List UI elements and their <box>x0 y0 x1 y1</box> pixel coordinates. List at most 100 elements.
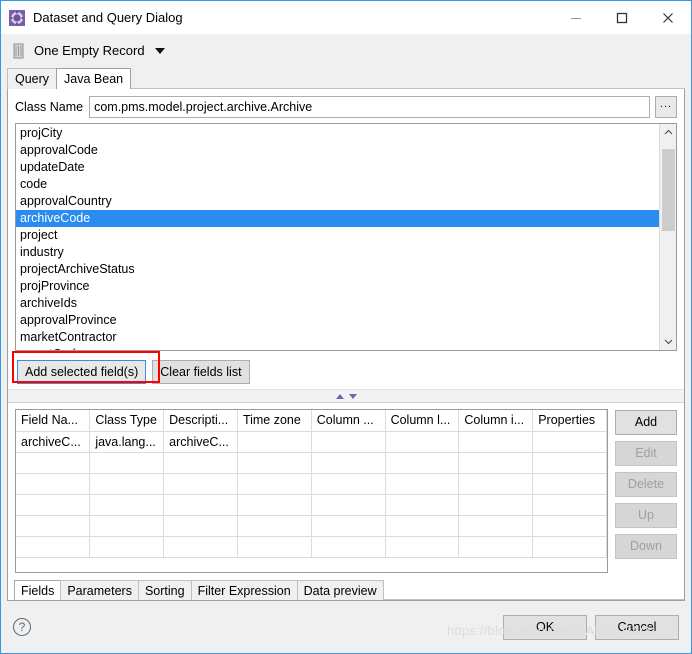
chevron-up-icon[interactable] <box>660 124 676 141</box>
chevron-down-icon[interactable] <box>660 333 676 350</box>
tab-fields[interactable]: Fields <box>14 580 62 600</box>
table-cell[interactable] <box>89 473 165 495</box>
field-list-item[interactable]: projectArchiveStatus <box>16 261 659 278</box>
tab-query[interactable]: Query <box>7 68 58 89</box>
table-cell[interactable] <box>237 452 312 474</box>
table-row[interactable] <box>16 494 607 516</box>
table-row[interactable]: archiveC... java.lang... archiveC... <box>16 431 607 453</box>
table-cell[interactable] <box>458 431 534 453</box>
table-cell[interactable] <box>163 515 238 537</box>
class-name-input[interactable] <box>89 95 650 118</box>
table-cell[interactable] <box>385 494 460 516</box>
column-header-description[interactable]: Descripti... <box>163 410 238 432</box>
table-cell[interactable] <box>458 515 534 537</box>
table-cell[interactable] <box>237 536 312 558</box>
table-cell[interactable] <box>16 473 91 495</box>
field-list-item[interactable]: industry <box>16 244 659 261</box>
tab-java-bean[interactable]: Java Bean <box>56 68 132 89</box>
tab-sorting[interactable]: Sorting <box>137 580 192 600</box>
chevron-down-icon[interactable] <box>154 47 165 54</box>
table-cell[interactable] <box>532 515 607 537</box>
column-header-class-type[interactable]: Class Type <box>89 410 165 432</box>
table-cell[interactable] <box>458 473 534 495</box>
table-row[interactable] <box>16 515 607 537</box>
table-cell[interactable] <box>163 536 238 558</box>
table-cell[interactable] <box>89 515 165 537</box>
table-cell[interactable] <box>385 515 460 537</box>
table-cell[interactable] <box>385 452 460 474</box>
table-cell[interactable] <box>16 515 91 537</box>
field-list-item[interactable]: code <box>16 176 659 193</box>
table-cell[interactable]: archiveC... <box>163 431 238 453</box>
browse-button[interactable]: ... <box>655 95 677 118</box>
tab-parameters[interactable]: Parameters <box>60 580 139 600</box>
field-list-item[interactable]: projProvince <box>16 278 659 295</box>
field-list-item[interactable]: approvalCode <box>16 142 659 159</box>
sash-up-icon[interactable] <box>335 393 344 399</box>
table-cell[interactable] <box>311 431 386 453</box>
tab-data-preview[interactable]: Data preview <box>296 580 384 600</box>
table-row[interactable] <box>16 473 607 495</box>
table-row[interactable] <box>16 452 607 474</box>
column-header-time-zone[interactable]: Time zone <box>237 410 312 432</box>
table-cell[interactable]: java.lang... <box>89 431 165 453</box>
minimize-button[interactable] <box>553 2 599 34</box>
column-header-column-6[interactable]: Column i... <box>458 410 534 432</box>
field-list[interactable]: projCity approvalCode updateDate code approv… <box>16 124 659 350</box>
table-cell[interactable] <box>237 494 312 516</box>
table-cell[interactable] <box>16 494 91 516</box>
add-selected-fields-button[interactable]: Add selected field(s) <box>17 360 147 384</box>
tab-filter-expression[interactable]: Filter Expression <box>190 580 298 600</box>
table-cell[interactable] <box>311 515 386 537</box>
field-list-item[interactable]: updateDate <box>16 159 659 176</box>
table-cell[interactable] <box>458 536 534 558</box>
table-cell[interactable] <box>237 515 312 537</box>
table-cell[interactable] <box>532 536 607 558</box>
field-list-item[interactable]: project <box>16 227 659 244</box>
column-header-column-4[interactable]: Column ... <box>311 410 386 432</box>
field-list-item[interactable]: archiveIds <box>16 295 659 312</box>
table-cell[interactable] <box>532 452 607 474</box>
table-cell[interactable] <box>385 536 460 558</box>
maximize-button[interactable] <box>599 2 645 34</box>
field-list-item[interactable]: marketContractor <box>16 329 659 346</box>
table-cell[interactable] <box>385 431 460 453</box>
field-list-item[interactable]: approvalCountry <box>16 193 659 210</box>
field-list-scrollbar[interactable] <box>659 124 676 350</box>
clear-fields-list-button[interactable]: Clear fields list <box>152 360 250 384</box>
table-cell[interactable] <box>532 494 607 516</box>
table-cell[interactable] <box>237 431 312 453</box>
table-cell[interactable] <box>16 536 91 558</box>
table-cell[interactable] <box>311 494 386 516</box>
table-cell[interactable] <box>89 452 165 474</box>
table-cell[interactable] <box>311 452 386 474</box>
column-header-column-5[interactable]: Column l... <box>385 410 460 432</box>
table-cell[interactable] <box>89 536 165 558</box>
sash-down-icon[interactable] <box>348 393 357 399</box>
scrollbar-thumb[interactable] <box>662 149 675 231</box>
table-row[interactable] <box>16 536 607 558</box>
field-list-item[interactable]: reportCode <box>16 346 659 350</box>
table-cell[interactable] <box>458 452 534 474</box>
dataset-selector-label[interactable]: One Empty Record <box>34 43 145 58</box>
table-cell[interactable] <box>163 473 238 495</box>
table-cell[interactable] <box>89 494 165 516</box>
column-header-field-name[interactable]: Field Na... <box>16 410 91 432</box>
table-cell[interactable] <box>532 473 607 495</box>
column-header-properties[interactable]: Properties <box>532 410 607 432</box>
ok-button[interactable]: OK <box>503 614 587 640</box>
scrollbar-track[interactable] <box>660 141 676 333</box>
cancel-button[interactable]: Cancel <box>595 614 679 640</box>
table-cell[interactable] <box>237 473 312 495</box>
help-icon[interactable]: ? <box>13 618 31 636</box>
table-cell[interactable] <box>385 473 460 495</box>
close-button[interactable] <box>645 2 691 34</box>
table-cell[interactable] <box>458 494 534 516</box>
table-cell[interactable] <box>311 473 386 495</box>
table-cell[interactable] <box>16 452 91 474</box>
field-list-item[interactable]: approvalProvince <box>16 312 659 329</box>
table-cell[interactable] <box>163 452 238 474</box>
table-cell[interactable] <box>311 536 386 558</box>
add-button[interactable]: Add <box>615 410 677 435</box>
field-list-item[interactable]: archiveCode <box>16 210 659 227</box>
